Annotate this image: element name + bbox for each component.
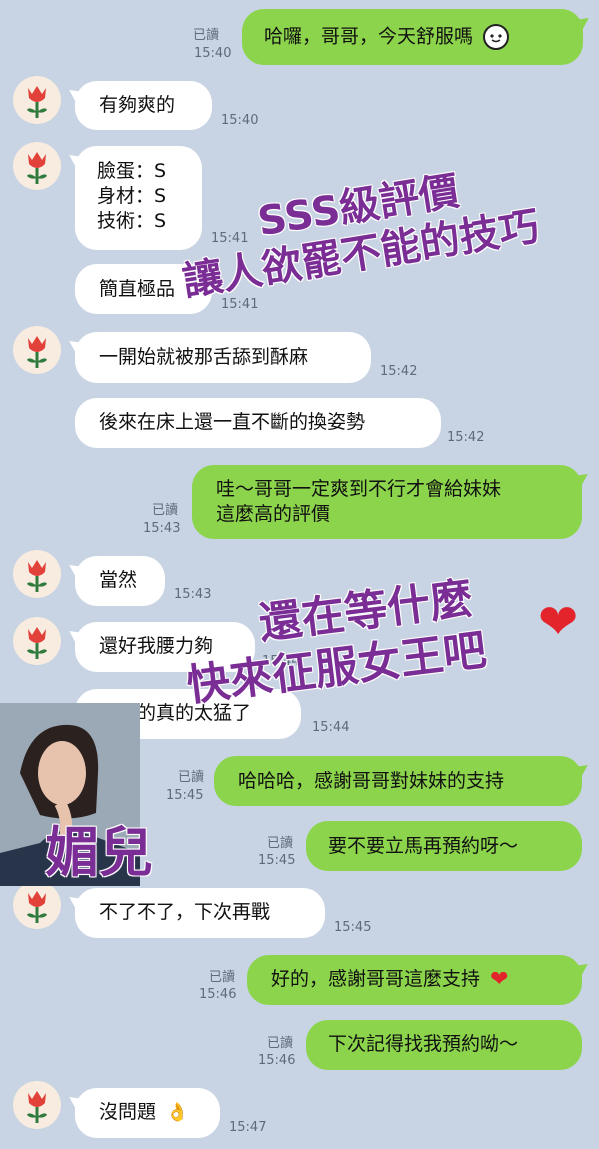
message-text: 哈囉，哥哥，今天舒服嗎 <box>264 25 474 48</box>
red-tulip-icon[interactable] <box>13 76 61 124</box>
message-bubble-incoming[interactable]: 臉蛋：S 身材：S 技術：S <box>75 146 202 250</box>
message-time: 15:42 <box>447 430 485 445</box>
read-receipt: 已讀 <box>267 836 294 851</box>
message-time: 15:46 <box>258 1053 296 1068</box>
red-tulip-icon[interactable] <box>13 142 61 190</box>
message-text: 當然 <box>99 569 138 591</box>
message-text: 要不要立馬再預約呀～ <box>328 835 519 857</box>
message-text: 臉蛋：S <box>97 160 167 182</box>
message-bubble-incoming[interactable]: 一開始就被那舌舔到酥麻 <box>75 332 371 383</box>
message-time: 15:45 <box>334 920 372 935</box>
message-bubble-incoming[interactable]: 後來在床上還一直不斷的換姿勢 <box>75 398 441 448</box>
message-text: 下次記得找我預約呦～ <box>328 1033 519 1055</box>
message-text: 後來在床上還一直不斷的換姿勢 <box>99 411 366 433</box>
message-time: 15:45 <box>258 853 296 868</box>
message-bubble-incoming[interactable]: 當然 <box>75 556 165 606</box>
message-text: 哈哈哈，感謝哥哥對妹妹的支持 <box>238 770 505 792</box>
red-tulip-icon[interactable] <box>13 1081 61 1129</box>
name-tag-overlay: 媚兒 <box>45 821 153 884</box>
message-bubble-outgoing[interactable]: 下次記得找我預約呦～ <box>306 1020 582 1070</box>
message-bubble-outgoing[interactable]: 哈哈哈，感謝哥哥對妹妹的支持 <box>214 756 582 806</box>
message-time: 15:43 <box>174 587 212 602</box>
read-receipt: 已讀 <box>267 1036 294 1051</box>
message-bubble-outgoing[interactable]: 哈囉，哥哥，今天舒服嗎 <box>242 9 583 65</box>
red-tulip-icon[interactable] <box>13 550 61 598</box>
message-bubble-outgoing[interactable]: 哇～哥哥一定爽到不行才會給妹妹 這麼高的評價 <box>192 465 582 539</box>
red-tulip-icon[interactable] <box>13 881 61 929</box>
message-bubble-incoming[interactable]: 有夠爽的 <box>75 81 212 130</box>
message-time: 15:45 <box>166 788 204 803</box>
red-tulip-icon[interactable] <box>13 617 61 665</box>
read-receipt: 已讀 <box>178 770 205 785</box>
message-text: 哇～哥哥一定爽到不行才會給妹妹 <box>216 478 502 500</box>
message-time: 15:40 <box>194 46 232 61</box>
message-bubble-incoming[interactable]: 沒問題 👌 <box>75 1088 220 1138</box>
red-heart-icon: ❤ <box>490 967 509 992</box>
message-time: 15:46 <box>199 987 237 1002</box>
message-time: 15:43 <box>143 521 181 536</box>
message-text: 身材：S <box>97 185 167 207</box>
message-bubble-outgoing[interactable]: 好的，感謝哥哥這麼支持 ❤ <box>247 955 582 1005</box>
message-bubble-incoming[interactable]: 不了不了，下次再戰 <box>75 888 325 938</box>
message-time: 15:40 <box>221 113 259 128</box>
red-heart-icon: ❤ <box>538 594 579 650</box>
message-text: 有夠爽的 <box>99 94 176 116</box>
message-time: 15:42 <box>380 364 418 379</box>
message-bubble-outgoing[interactable]: 要不要立馬再預約呀～ <box>306 821 582 871</box>
read-receipt: 已讀 <box>193 28 220 43</box>
read-receipt: 已讀 <box>152 503 179 518</box>
ok-hand-icon: 👌 <box>166 1102 189 1123</box>
red-tulip-icon[interactable] <box>13 326 61 374</box>
message-time: 15:47 <box>229 1120 267 1135</box>
message-time: 15:44 <box>312 720 350 735</box>
message-text: 好的，感謝哥哥這麼支持 <box>271 968 481 990</box>
message-text: 技術：S <box>97 210 167 232</box>
read-receipt: 已讀 <box>209 970 236 985</box>
message-text: 這麼高的評價 <box>216 503 331 525</box>
message-text: 沒問題 <box>99 1101 157 1123</box>
message-text: 不了不了，下次再戰 <box>99 901 271 923</box>
smiling-face-icon <box>483 24 510 50</box>
message-text: 一開始就被那舌舔到酥麻 <box>99 346 309 368</box>
